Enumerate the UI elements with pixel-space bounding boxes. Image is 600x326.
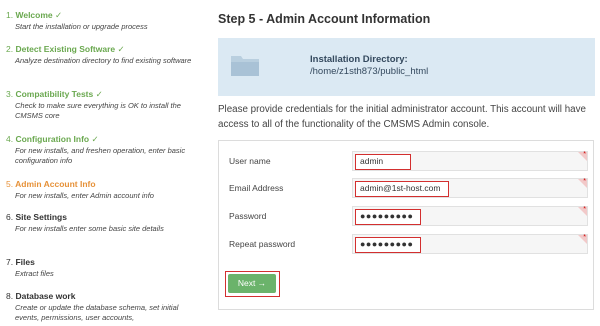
step-title: Database work [15, 291, 76, 301]
admin-account-form: User name * admin Email Address * admin@… [218, 140, 594, 310]
steps-sidebar: 1. Welcome ✓ Start the installation or u… [0, 0, 205, 326]
installation-directory-box: Installation Directory: /home/z1sth873/p… [218, 38, 595, 96]
password-input[interactable]: ●●●●●●●●● [355, 209, 421, 225]
next-button[interactable]: Next → [228, 274, 276, 293]
step-title: Welcome [15, 10, 53, 20]
required-marker: * [583, 206, 586, 213]
step-description: Extract files [15, 269, 54, 278]
step-number: 6. [6, 212, 14, 222]
check-icon: ✓ [95, 89, 103, 99]
main-content: Step 5 - Admin Account Information Insta… [218, 0, 600, 326]
step-admin-account-info: 5. Admin Account Info For new installs, … [6, 179, 196, 201]
folder-icon [231, 56, 259, 76]
step-files: 7. Files Extract files [6, 257, 196, 279]
page-title: Step 5 - Admin Account Information [218, 12, 431, 26]
check-icon: ✓ [91, 134, 99, 144]
step-description: For new installs, and freshen operation,… [15, 146, 186, 165]
username-field[interactable]: * admin [352, 151, 588, 171]
step-title: Configuration Info [15, 134, 90, 144]
password-field[interactable]: * ●●●●●●●●● [352, 206, 588, 226]
password-label: Password [229, 211, 267, 221]
intro-text: Please provide credentials for the initi… [218, 104, 586, 130]
step-compatibility-tests: 3. Compatibility Tests ✓ Check to make s… [6, 89, 196, 120]
step-title: Detect Existing Software [15, 44, 116, 54]
step-description: Start the installation or upgrade proces… [15, 22, 148, 31]
step-title: Site Settings [15, 212, 67, 222]
username-input[interactable]: admin [355, 154, 411, 170]
step-description: For new installs enter some basic site d… [15, 224, 164, 233]
username-label: User name [229, 156, 271, 166]
step-detect-existing-software: 2. Detect Existing Software ✓ Analyze de… [6, 44, 196, 66]
step-welcome: 1. Welcome ✓ Start the installation or u… [6, 10, 196, 32]
installation-directory-label: Installation Directory: [310, 54, 408, 65]
step-description: Check to make sure everything is OK to i… [15, 101, 181, 120]
step-number: 5. [6, 179, 14, 189]
step-title: Compatibility Tests [15, 89, 94, 99]
email-input[interactable]: admin@1st-host.com [355, 181, 449, 197]
email-label: Email Address [229, 183, 284, 193]
repeat-password-field[interactable]: * ●●●●●●●●● [352, 234, 588, 254]
email-field[interactable]: * admin@1st-host.com [352, 178, 588, 198]
step-configuration-info: 4. Configuration Info ✓ For new installs… [6, 134, 196, 165]
installation-directory-path: /home/z1sth873/public_html [310, 66, 429, 77]
step-number: 3. [6, 89, 14, 99]
step-number: 2. [6, 44, 14, 54]
required-marker: * [583, 151, 586, 158]
step-title: Files [15, 257, 35, 267]
repeat-password-label: Repeat password [229, 239, 296, 249]
step-site-settings: 6. Site Settings For new installs enter … [6, 212, 196, 234]
step-number: 7. [6, 257, 14, 267]
required-marker: * [583, 234, 586, 241]
step-title: Admin Account Info [15, 179, 96, 189]
check-icon: ✓ [55, 10, 63, 20]
step-number: 8. [6, 291, 14, 301]
repeat-password-input[interactable]: ●●●●●●●●● [355, 237, 421, 253]
required-marker: * [583, 178, 586, 185]
step-number: 1. [6, 10, 14, 20]
step-number: 4. [6, 134, 14, 144]
step-description: For new installs, enter Admin account in… [15, 191, 154, 200]
step-description: Create or update the database schema, se… [15, 303, 179, 322]
step-database-work: 8. Database work Create or update the da… [6, 291, 196, 322]
step-description: Analyze destination directory to find ex… [15, 56, 192, 65]
next-button-highlight: Next → [225, 271, 280, 297]
check-icon: ✓ [117, 44, 125, 54]
